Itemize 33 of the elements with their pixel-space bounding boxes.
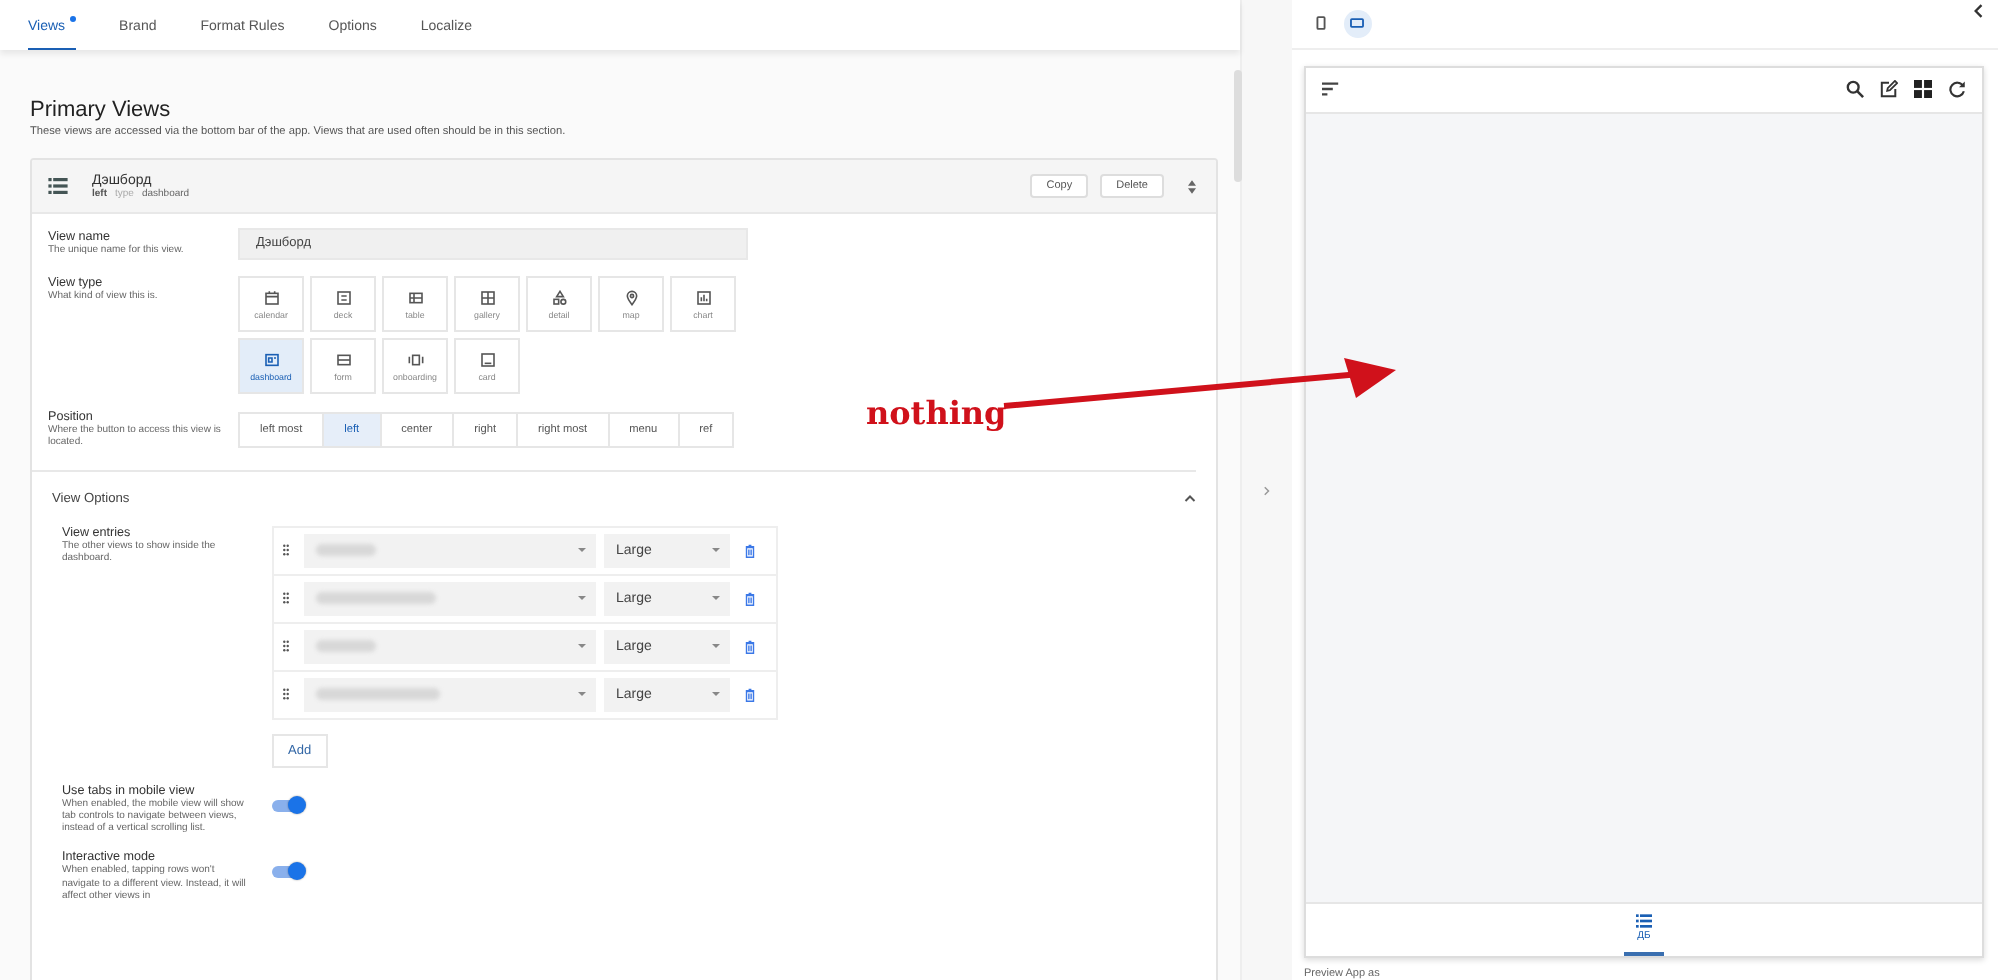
annotation-text: nothing <box>866 394 1007 432</box>
detail-icon <box>551 289 567 305</box>
trash-icon[interactable] <box>744 543 756 557</box>
drag-handle-icon[interactable] <box>282 592 290 604</box>
dashboard-icon <box>263 351 279 367</box>
drag-handle-icon[interactable] <box>282 640 290 652</box>
calendar-icon <box>263 289 279 305</box>
edit-icon[interactable] <box>1880 80 1898 99</box>
drag-handle-icon[interactable] <box>282 688 290 700</box>
list-icon <box>48 178 68 194</box>
drag-handle-icon[interactable] <box>282 544 290 556</box>
trash-icon[interactable] <box>744 591 756 605</box>
form-icon <box>335 351 351 367</box>
sort-lines-icon[interactable] <box>1321 80 1340 99</box>
chevron-icon[interactable] <box>1184 494 1196 502</box>
map-icon <box>623 289 639 305</box>
section-title: Primary Views <box>30 98 173 122</box>
trash-icon[interactable] <box>744 639 756 653</box>
reorder-arrows-icon[interactable] <box>1188 179 1196 193</box>
toggle-switch[interactable] <box>272 799 304 811</box>
refresh-icon[interactable] <box>1948 80 1966 99</box>
onboarding-icon <box>407 351 423 367</box>
card-icon <box>479 351 495 367</box>
search-icon[interactable] <box>1846 80 1864 99</box>
tablet-icon[interactable] <box>1343 9 1372 38</box>
trash-icon[interactable] <box>744 687 756 701</box>
table-icon <box>407 289 423 305</box>
list-icon <box>1635 914 1652 928</box>
gallery-icon <box>479 289 495 305</box>
toggle-switch[interactable] <box>272 866 304 879</box>
chart-icon <box>695 289 711 305</box>
deck-icon <box>335 289 351 305</box>
grid-icon[interactable] <box>1914 80 1932 99</box>
